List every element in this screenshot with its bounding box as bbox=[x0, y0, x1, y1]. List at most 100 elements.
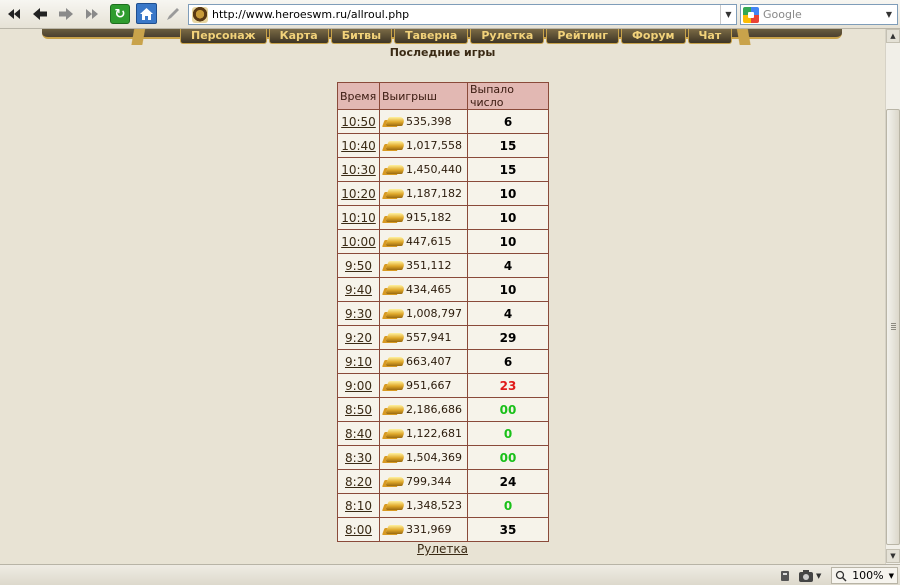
magnifier-icon bbox=[835, 570, 847, 582]
gold-icon bbox=[385, 165, 406, 174]
win-amount: 557,941 bbox=[406, 331, 452, 344]
zoom-dropdown-icon[interactable]: ▼ bbox=[889, 572, 894, 580]
gold-icon bbox=[385, 261, 406, 270]
cell-time: 10:40 bbox=[337, 133, 380, 158]
browser-toolbar: ↻ http://www.heroeswm.ru/allroul.php ▼ G… bbox=[0, 0, 900, 29]
cell-win: 951,667 bbox=[379, 373, 468, 398]
main-nav: Персонаж Карта Битвы Таверна Рулетка Рей… bbox=[180, 29, 733, 44]
cell-win: 1,450,440 bbox=[379, 157, 468, 182]
gold-icon bbox=[385, 189, 406, 198]
cell-time: 10:20 bbox=[337, 181, 380, 206]
search-bar[interactable]: Google ▼ bbox=[740, 4, 898, 25]
scroll-up-icon[interactable]: ▲ bbox=[886, 29, 900, 43]
time-link[interactable]: 9:50 bbox=[345, 259, 372, 273]
search-dropdown-icon[interactable]: ▼ bbox=[881, 5, 897, 24]
rolled-number: 23 bbox=[499, 378, 517, 393]
back-icon[interactable] bbox=[30, 4, 50, 24]
forward-icon[interactable] bbox=[56, 4, 76, 24]
time-link[interactable]: 8:30 bbox=[345, 451, 372, 465]
time-link[interactable]: 10:50 bbox=[341, 115, 376, 129]
nav-item-chat[interactable]: Чат bbox=[687, 29, 733, 44]
time-link[interactable]: 8:20 bbox=[345, 475, 372, 489]
nav-item-roulette[interactable]: Рулетка bbox=[470, 29, 545, 44]
time-link[interactable]: 10:20 bbox=[341, 187, 376, 201]
camera-icon[interactable]: ▼ bbox=[798, 568, 821, 583]
vertical-scrollbar[interactable]: ▲ ▼ bbox=[885, 29, 900, 564]
nav-item-character[interactable]: Персонаж bbox=[180, 29, 267, 44]
search-input[interactable]: Google bbox=[763, 8, 881, 21]
time-link[interactable]: 8:40 bbox=[345, 427, 372, 441]
url-dropdown-icon[interactable]: ▼ bbox=[720, 5, 736, 24]
cell-win: 1,008,797 bbox=[379, 301, 468, 326]
time-link[interactable]: 9:40 bbox=[345, 283, 372, 297]
table-row: 10:20 1,187,182 10 bbox=[337, 181, 549, 206]
cell-time: 8:10 bbox=[337, 493, 380, 518]
rolled-number: 24 bbox=[499, 474, 517, 489]
header-win: Выигрыш bbox=[379, 82, 468, 110]
cell-number: 10 bbox=[467, 229, 549, 254]
gold-icon bbox=[385, 429, 406, 438]
win-amount: 351,112 bbox=[406, 259, 452, 272]
nav-item-battles[interactable]: Битвы bbox=[330, 29, 393, 44]
scroll-down-icon[interactable]: ▼ bbox=[886, 549, 900, 563]
time-link[interactable]: 9:20 bbox=[345, 331, 372, 345]
roulette-link[interactable]: Рулетка bbox=[417, 542, 468, 556]
table-row: 10:00 447,615 10 bbox=[337, 229, 549, 254]
time-link[interactable]: 9:30 bbox=[345, 307, 372, 321]
fast-forward-icon[interactable] bbox=[82, 4, 102, 24]
win-amount: 1,187,182 bbox=[406, 187, 462, 200]
footer-link-wrap: Рулетка bbox=[0, 538, 885, 557]
recent-games-table: Время Выигрыш Выпало число 10:50 535,398 6… bbox=[337, 82, 549, 542]
time-link[interactable]: 8:50 bbox=[345, 403, 372, 417]
pen-icon[interactable] bbox=[163, 4, 183, 24]
cell-time: 9:30 bbox=[337, 301, 380, 326]
cell-win: 434,465 bbox=[379, 277, 468, 302]
win-amount: 799,344 bbox=[406, 475, 452, 488]
cell-number: 23 bbox=[467, 373, 549, 398]
cell-win: 1,122,681 bbox=[379, 421, 468, 446]
time-link[interactable]: 8:10 bbox=[345, 499, 372, 513]
gold-icon bbox=[385, 501, 406, 510]
cell-win: 1,348,523 bbox=[379, 493, 468, 518]
address-bar[interactable]: http://www.heroeswm.ru/allroul.php ▼ bbox=[188, 4, 737, 25]
page-content: Персонаж Карта Битвы Таверна Рулетка Рей… bbox=[0, 29, 885, 564]
reload-icon[interactable]: ↻ bbox=[110, 4, 130, 24]
nav-item-tavern[interactable]: Таверна bbox=[394, 29, 469, 44]
plugin-icon[interactable] bbox=[778, 568, 792, 583]
nav-item-forum[interactable]: Форум bbox=[621, 29, 686, 44]
table-row: 9:50 351,112 4 bbox=[337, 253, 549, 278]
cell-number: 29 bbox=[467, 325, 549, 350]
time-link[interactable]: 9:10 bbox=[345, 355, 372, 369]
cell-time: 8:50 bbox=[337, 397, 380, 422]
scroll-thumb[interactable] bbox=[886, 109, 900, 545]
table-row: 10:30 1,450,440 15 bbox=[337, 157, 549, 182]
cell-win: 1,504,369 bbox=[379, 445, 468, 470]
rolled-number: 6 bbox=[503, 354, 513, 369]
url-text[interactable]: http://www.heroeswm.ru/allroul.php bbox=[212, 8, 720, 21]
rolled-number: 6 bbox=[503, 114, 513, 129]
time-link[interactable]: 10:30 bbox=[341, 163, 376, 177]
nav-item-rating[interactable]: Рейтинг bbox=[546, 29, 620, 44]
time-link[interactable]: 10:00 bbox=[341, 235, 376, 249]
cell-time: 8:30 bbox=[337, 445, 380, 470]
rolled-number: 35 bbox=[499, 522, 517, 537]
header-number: Выпало число bbox=[467, 82, 549, 110]
rolled-number: 15 bbox=[499, 162, 517, 177]
time-link[interactable]: 10:40 bbox=[341, 139, 376, 153]
rewind-icon[interactable] bbox=[4, 4, 24, 24]
gold-icon bbox=[385, 213, 406, 222]
win-amount: 434,465 bbox=[406, 283, 452, 296]
cell-win: 663,407 bbox=[379, 349, 468, 374]
time-link[interactable]: 10:10 bbox=[341, 211, 376, 225]
nav-item-map[interactable]: Карта bbox=[268, 29, 329, 44]
table-row: 8:40 1,122,681 0 bbox=[337, 421, 549, 446]
rolled-number: 10 bbox=[499, 186, 517, 201]
gold-icon bbox=[385, 525, 406, 534]
zoom-control[interactable]: 100% ▼ bbox=[831, 567, 898, 584]
time-link[interactable]: 8:00 bbox=[345, 523, 372, 537]
cell-win: 557,941 bbox=[379, 325, 468, 350]
home-icon[interactable] bbox=[136, 3, 157, 24]
status-bar: ▼ 100% ▼ bbox=[0, 564, 900, 585]
cell-number: 00 bbox=[467, 397, 549, 422]
time-link[interactable]: 9:00 bbox=[345, 379, 372, 393]
